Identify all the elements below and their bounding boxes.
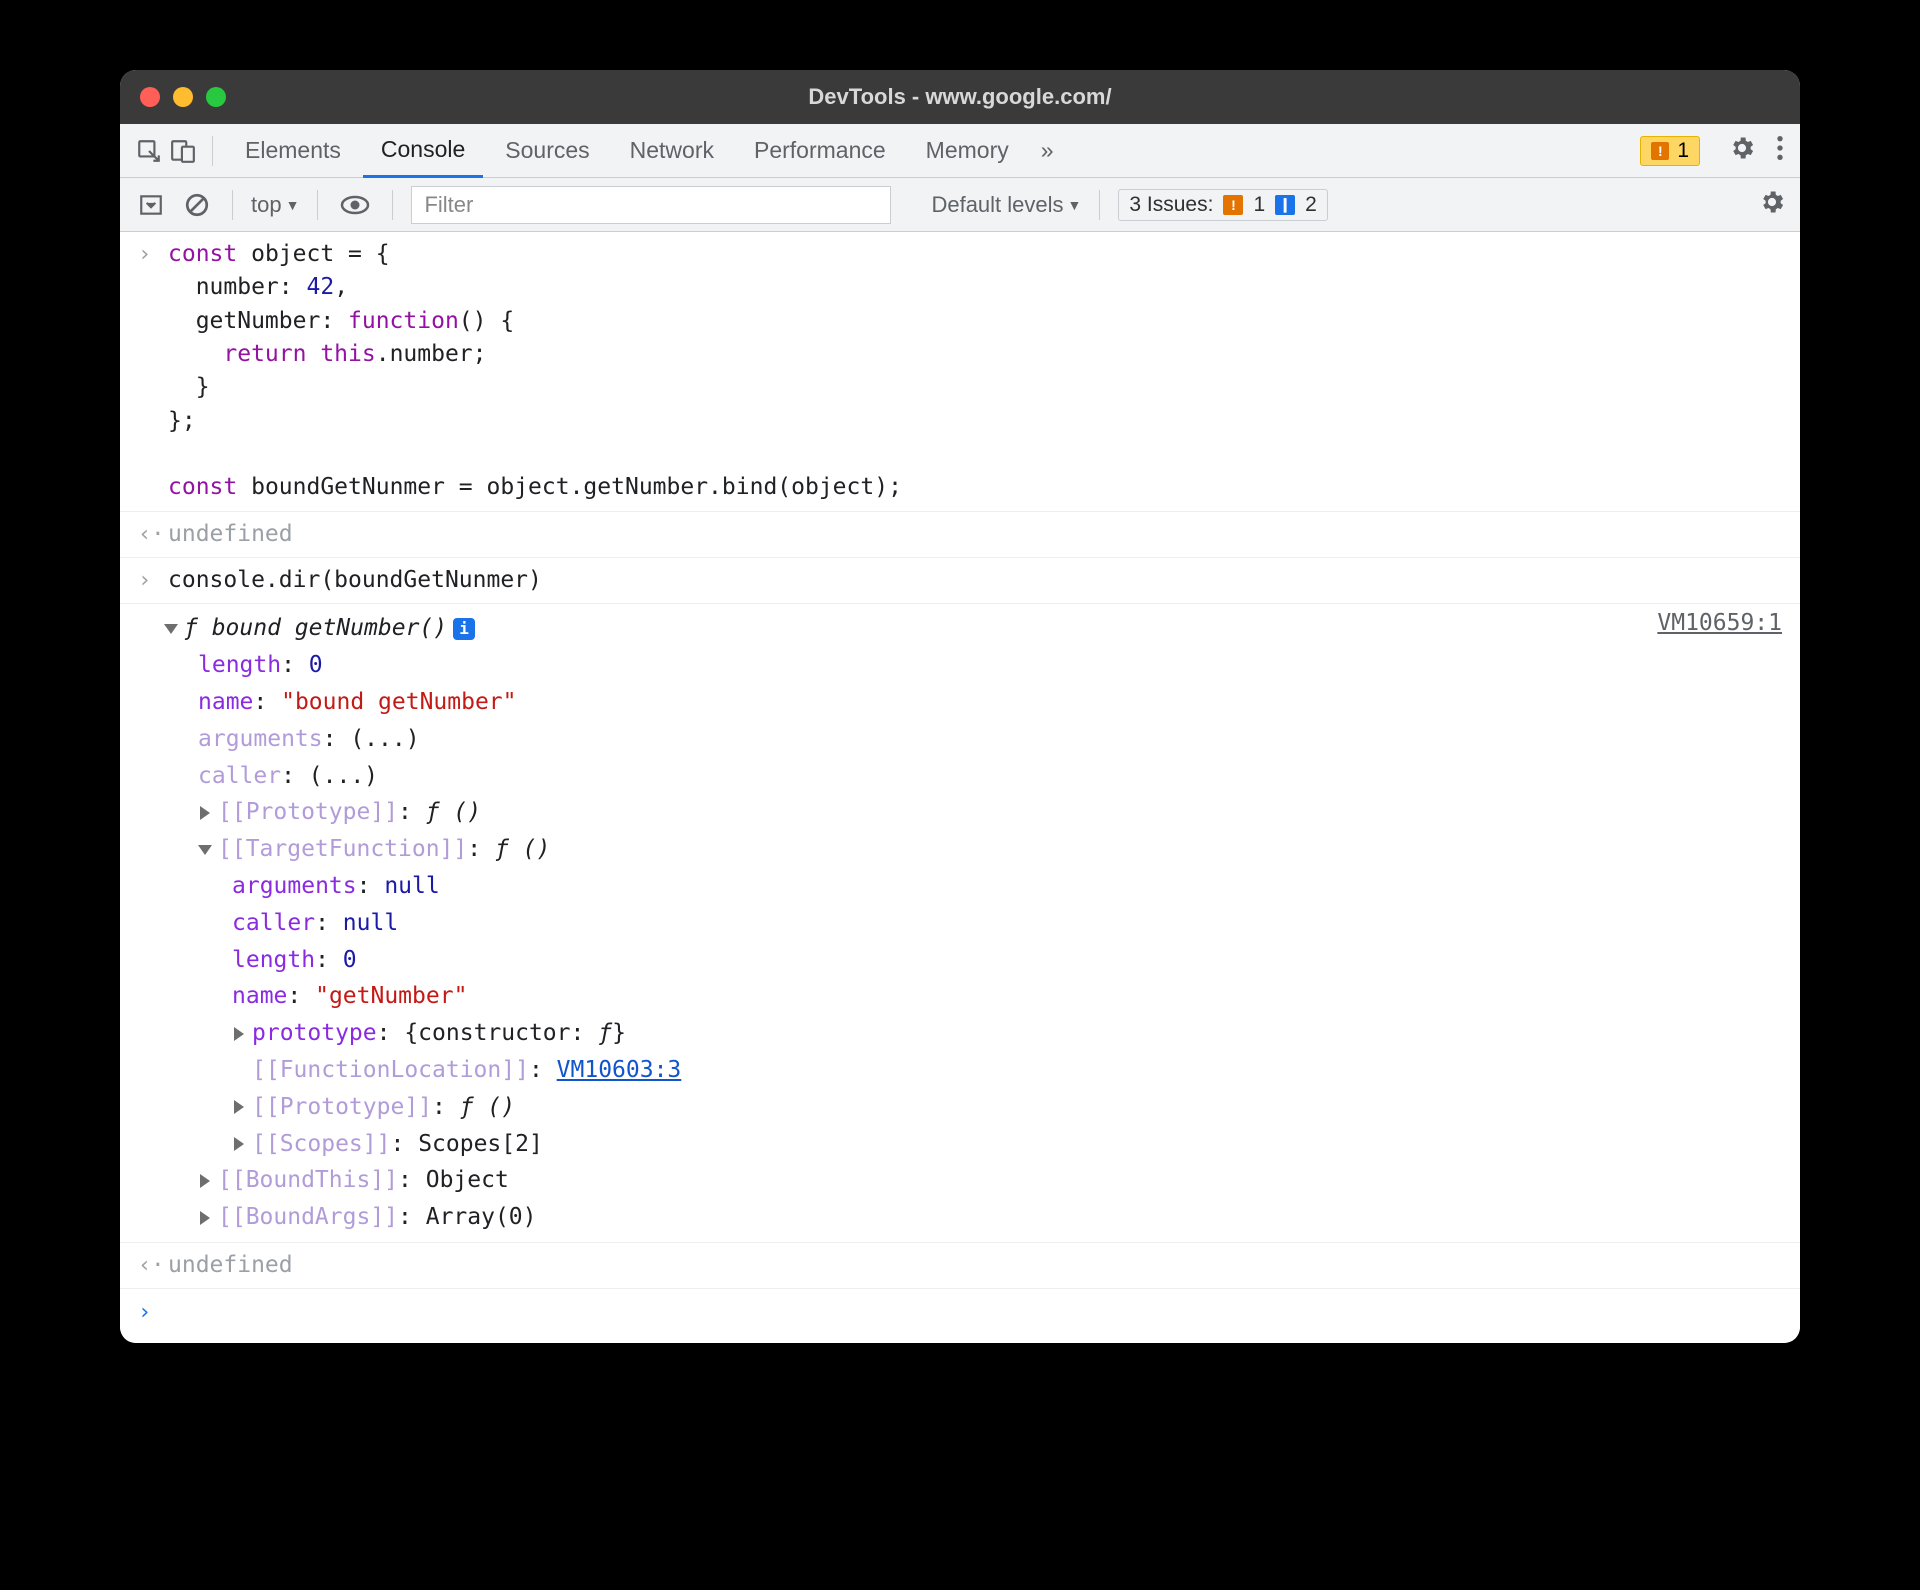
console-return-row: ‹· undefined: [120, 1243, 1800, 1289]
maximize-window[interactable]: [206, 87, 226, 107]
info-icon[interactable]: i: [453, 618, 475, 640]
prop-length: length: 0: [232, 942, 1782, 979]
dir-header[interactable]: ƒ bound getNumber()i: [164, 610, 1782, 647]
prop-boundargs[interactable]: [[BoundArgs]]: Array(0): [198, 1199, 1782, 1236]
filter-input[interactable]: [411, 186, 891, 224]
minimize-window[interactable]: [173, 87, 193, 107]
tab-more[interactable]: »: [1031, 124, 1064, 178]
titlebar: DevTools - www.google.com/: [120, 70, 1800, 124]
console-prompt[interactable]: ›: [120, 1289, 1800, 1343]
console-dir-output[interactable]: VM10659:1 ƒ bound getNumber()i length: 0…: [120, 604, 1800, 1243]
prop-caller: caller: null: [232, 905, 1782, 942]
device-toggle-icon[interactable]: [168, 138, 198, 164]
prop-prototype[interactable]: [[Prototype]]: ƒ (): [198, 794, 1782, 831]
tab-console[interactable]: Console: [363, 124, 483, 178]
inspect-icon[interactable]: [134, 138, 164, 164]
console-toolbar: top ▼ Default levels ▼ 3 Issues: ! 1 ❙ 2: [120, 178, 1800, 232]
tab-elements[interactable]: Elements: [227, 124, 359, 178]
devtools-window: DevTools - www.google.com/ Elements Cons…: [120, 70, 1800, 1343]
settings-icon[interactable]: [1728, 134, 1756, 167]
prop-arguments[interactable]: arguments: (...): [198, 721, 1782, 758]
prop-prototype[interactable]: prototype: {constructor: ƒ}: [232, 1015, 1782, 1052]
prop-boundthis[interactable]: [[BoundThis]]: Object: [198, 1162, 1782, 1199]
more-menu-icon[interactable]: [1774, 134, 1786, 167]
prop-prototype[interactable]: [[Prototype]]: ƒ (): [232, 1089, 1782, 1126]
prompt-icon: ›: [138, 242, 151, 267]
prop-functionlocation: [[FunctionLocation]]: VM10603:3: [232, 1052, 1782, 1089]
prop-name: name: "bound getNumber": [198, 684, 1782, 721]
tab-performance[interactable]: Performance: [736, 124, 904, 178]
warning-icon: !: [1223, 195, 1243, 215]
console-input-row[interactable]: › console.dir(boundGetNunmer): [120, 558, 1800, 604]
console-output: › const object = { number: 42, getNumber…: [120, 232, 1800, 1343]
prop-scopes[interactable]: [[Scopes]]: Scopes[2]: [232, 1126, 1782, 1163]
return-icon: ‹·: [138, 1253, 165, 1278]
clear-console-icon[interactable]: [180, 192, 214, 218]
prop-length: length: 0: [198, 647, 1782, 684]
console-settings-icon[interactable]: [1758, 188, 1786, 221]
warnings-pill[interactable]: ! 1: [1640, 136, 1700, 166]
tab-sources[interactable]: Sources: [487, 124, 607, 178]
warning-icon: !: [1651, 142, 1669, 160]
tab-memory[interactable]: Memory: [908, 124, 1027, 178]
prop-arguments: arguments: null: [232, 868, 1782, 905]
console-input-row[interactable]: › const object = { number: 42, getNumber…: [120, 232, 1800, 512]
close-window[interactable]: [140, 87, 160, 107]
context-selector[interactable]: top ▼: [251, 192, 299, 218]
devtools-tabbar: Elements Console Sources Network Perform…: [120, 124, 1800, 178]
tab-network[interactable]: Network: [612, 124, 732, 178]
live-expression-icon[interactable]: [336, 194, 374, 216]
prop-caller[interactable]: caller: (...): [198, 758, 1782, 795]
prompt-icon: ›: [138, 1300, 151, 1325]
return-icon: ‹·: [138, 522, 165, 547]
prop-name: name: "getNumber": [232, 978, 1782, 1015]
window-controls: [140, 87, 226, 107]
toggle-sidebar-icon[interactable]: [134, 192, 168, 218]
source-link[interactable]: VM10659:1: [1657, 610, 1782, 636]
warning-count: 1: [1677, 139, 1689, 163]
console-return-row: ‹· undefined: [120, 512, 1800, 558]
info-icon: ❙: [1275, 195, 1295, 215]
log-levels-selector[interactable]: Default levels ▼: [931, 192, 1081, 218]
prop-targetfunction[interactable]: [[TargetFunction]]: ƒ (): [198, 831, 1782, 868]
window-title: DevTools - www.google.com/: [120, 84, 1800, 110]
issues-pill[interactable]: 3 Issues: ! 1 ❙ 2: [1118, 189, 1327, 221]
prompt-icon: ›: [138, 568, 151, 593]
